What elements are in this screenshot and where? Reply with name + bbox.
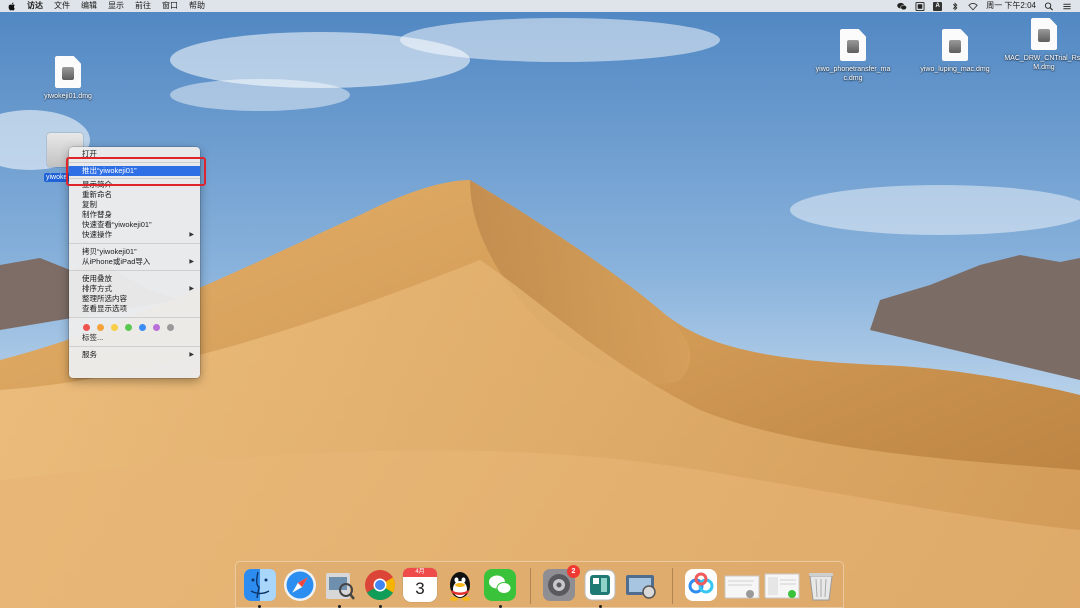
tag-green[interactable] <box>125 323 132 331</box>
menu-window[interactable]: 窗口 <box>162 0 178 12</box>
wechat-icon[interactable] <box>483 568 517 602</box>
submenu-arrow-icon: ▶ <box>189 259 194 265</box>
preview-icon[interactable] <box>322 568 356 602</box>
menu-clock[interactable]: 周一 下午2:04 <box>986 0 1036 12</box>
menu-app-name[interactable]: 访达 <box>27 0 43 12</box>
menu-bar: 访达 文件 编辑 显示 前往 窗口 帮助 A 周一 下午2:04 <box>0 0 1080 12</box>
context-item-label: 从iPhone或iPad导入 <box>82 257 151 266</box>
context-item-show-view-options[interactable]: 查看显示选项 <box>69 304 200 314</box>
tag-blue[interactable] <box>139 323 146 331</box>
desktop: 访达 文件 编辑 显示 前往 窗口 帮助 A 周一 下午2:04 yiwokej… <box>0 0 1080 608</box>
wifi-icon[interactable] <box>968 2 978 11</box>
search-icon[interactable] <box>1044 1 1054 11</box>
desktop-icon-luping-dmg[interactable]: yiwo_luping_mac.dmg <box>915 29 995 74</box>
input-method-icon[interactable] <box>915 1 925 11</box>
tag-color-row <box>69 321 200 333</box>
context-item-use-stacks[interactable]: 使用叠放 <box>69 274 200 284</box>
menu-edit[interactable]: 编辑 <box>81 0 97 12</box>
menu-separator <box>69 270 200 271</box>
image-capture-icon[interactable] <box>624 568 658 602</box>
menu-go[interactable]: 前往 <box>135 0 151 12</box>
desktop-icon-mac-drw-dmg[interactable]: MAC_DRW_CNTrial_RssM.dmg <box>1004 18 1080 72</box>
dmg-file-icon <box>942 29 968 61</box>
context-item-tags[interactable]: 标签... <box>69 333 200 343</box>
context-item-clean-up-selection[interactable]: 整理所选内容 <box>69 294 200 304</box>
dmg-file-icon <box>840 29 866 61</box>
calendar-month: 4月 <box>403 568 437 577</box>
context-item-import-from-iphone[interactable]: 从iPhone或iPad导入 ▶ <box>69 257 200 267</box>
keyboard-a-icon[interactable]: A <box>933 1 943 11</box>
context-item-quick-actions[interactable]: 快速操作 ▶ <box>69 230 200 240</box>
context-item-copy[interactable]: 拷贝“yiwokeji01” <box>69 247 200 257</box>
desktop-icon-yiwokeji01-dmg[interactable]: yiwokeji01.dmg <box>28 56 108 101</box>
desktop-icon-label: yiwo_phonetransfer_mac.dmg <box>815 66 891 82</box>
dock-divider <box>672 568 673 604</box>
finder-icon[interactable] <box>243 568 277 602</box>
menu-separator <box>69 243 200 244</box>
tag-yellow[interactable] <box>111 323 118 331</box>
annotation-highlight-box <box>66 157 206 186</box>
desktop-icon-label: yiwo_luping_mac.dmg <box>920 66 990 73</box>
desktop-icon-phonetransfer-dmg[interactable]: yiwo_phonetransfer_mac.dmg <box>813 29 893 83</box>
desktop-icon-label: yiwokeji01.dmg <box>44 93 92 100</box>
submenu-arrow-icon: ▶ <box>189 286 194 292</box>
submenu-arrow-icon: ▶ <box>189 232 194 238</box>
menu-view[interactable]: 显示 <box>108 0 124 12</box>
calendar-day: 3 <box>415 579 425 598</box>
menu-help[interactable]: 帮助 <box>189 0 205 12</box>
tag-orange[interactable] <box>97 323 104 331</box>
context-item-make-alias[interactable]: 制作替身 <box>69 210 200 220</box>
safari-icon[interactable] <box>283 568 317 602</box>
apple-icon[interactable] <box>8 2 16 11</box>
screen-tool-icon[interactable] <box>583 568 617 602</box>
context-item-label: 排序方式 <box>82 284 112 293</box>
dmg-file-icon <box>55 56 81 88</box>
notification-badge: 2 <box>567 565 580 578</box>
trash-icon[interactable] <box>804 568 838 602</box>
submenu-arrow-icon: ▶ <box>189 352 194 358</box>
tag-red[interactable] <box>83 323 90 331</box>
context-item-label: 快速操作 <box>82 230 112 239</box>
context-item-sort-by[interactable]: 排序方式 ▶ <box>69 284 200 294</box>
qq-icon[interactable] <box>443 568 477 602</box>
dmg-file-icon <box>1031 18 1057 50</box>
context-item-rename[interactable]: 重新命名 <box>69 190 200 200</box>
menu-separator <box>69 346 200 347</box>
menu-separator <box>69 317 200 318</box>
dock: 4月 3 2 <box>235 561 844 608</box>
menu-file[interactable]: 文件 <box>54 0 70 12</box>
wechat-icon[interactable] <box>897 2 908 11</box>
tag-purple[interactable] <box>153 323 160 331</box>
context-item-duplicate[interactable]: 复制 <box>69 200 200 210</box>
bluetooth-icon[interactable] <box>950 1 960 11</box>
context-item-quick-look[interactable]: 快速查看“yiwokeji01” <box>69 220 200 230</box>
document-stack-2-icon[interactable] <box>764 568 802 602</box>
control-center-icon[interactable] <box>1062 2 1072 11</box>
chrome-icon[interactable] <box>363 568 397 602</box>
calendar-icon[interactable]: 4月 3 <box>403 568 437 602</box>
desktop-icon-label: MAC_DRW_CNTrial_RssM.dmg <box>1004 55 1080 71</box>
tag-gray[interactable] <box>167 323 174 331</box>
context-item-label: 服务 <box>82 350 97 359</box>
baidu-netdisk-icon[interactable] <box>684 568 718 602</box>
document-stack-icon[interactable] <box>724 568 762 602</box>
dock-divider <box>530 568 531 604</box>
context-item-services[interactable]: 服务 ▶ <box>69 350 200 360</box>
